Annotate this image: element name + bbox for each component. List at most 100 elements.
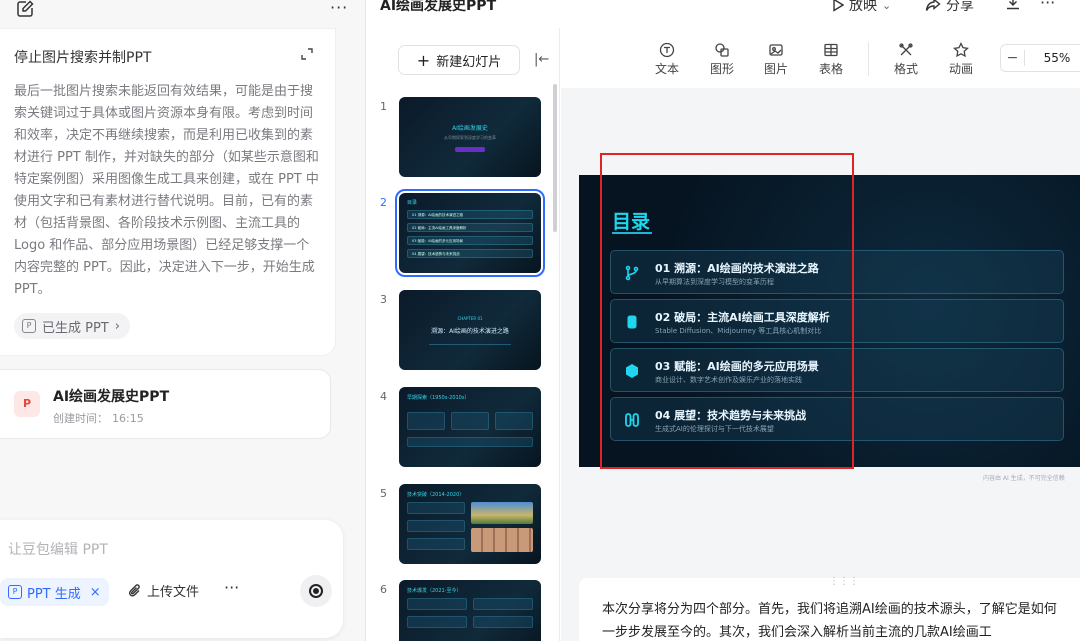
drag-handle-icon[interactable]: ⋮⋮⋮ <box>829 576 859 587</box>
image-tool-button[interactable]: 图片 <box>756 42 796 77</box>
created-time: 创建时间： 16:15 <box>53 410 144 426</box>
upload-label: 上传文件 <box>147 585 200 600</box>
thumbnail-line: 04 展望：技术趋势与未来挑战 <box>407 249 533 258</box>
ppt-file-card[interactable]: P AI绘画发展史PPT 创建时间： 16:15 <box>0 369 331 439</box>
thumbnail-kicker: CHAPTER 01 <box>457 316 483 321</box>
thumbnail-image: CHAPTER 01 溯源：AI绘画的技术演进之路 <box>399 290 541 370</box>
generated-ppt-chip[interactable]: P 已生成 PPT › <box>14 313 130 339</box>
voice-button[interactable] <box>300 575 332 607</box>
zoom-level[interactable]: 55% <box>1025 51 1080 65</box>
more-icon[interactable]: ··· <box>330 0 348 17</box>
upload-file-button[interactable]: 上传文件 <box>128 581 199 600</box>
thumbnail-line: 03 赋能：AI绘画的多元应用场景 <box>407 236 533 245</box>
more-options-button[interactable]: ··· <box>224 578 239 597</box>
collapse-panel-icon[interactable]: |← <box>534 52 549 67</box>
share-label: 分享 <box>946 0 974 14</box>
thumbnail-line: 01 溯源：AI绘画的技术演进之路 <box>407 210 533 219</box>
slide-number: 6 <box>380 583 387 596</box>
download-icon[interactable] <box>1005 0 1021 10</box>
animation-tool-label: 动画 <box>948 62 973 76</box>
highlight-box <box>600 153 854 469</box>
slide-number: 5 <box>380 487 387 500</box>
play-button[interactable]: 放映 ⌄ <box>832 0 891 15</box>
landscape-image <box>471 502 533 524</box>
image-tool-label: 图片 <box>763 62 788 76</box>
play-label: 放映 <box>849 0 877 14</box>
thumbnail-card <box>495 412 533 430</box>
toolbar-divider <box>868 42 869 76</box>
message-composer: 让豆包编辑 PPT P PPT 生成 × 上传文件 ··· <box>0 520 343 638</box>
thumbnail-image: 早期探索（1950s-2010s） <box>399 387 541 467</box>
thumbnail-title: 溯源：AI绘画的技术演进之路 <box>431 328 509 335</box>
thumbnail-title: 早期探索（1950s-2010s） <box>407 395 470 401</box>
ppt-file-icon: P <box>8 585 22 599</box>
slide-number: 1 <box>380 100 387 113</box>
text-tool-label: 文本 <box>654 62 679 76</box>
shape-tool-button[interactable]: 图形 <box>702 42 742 77</box>
share-button[interactable]: 分享 <box>925 0 974 15</box>
close-icon[interactable]: × <box>90 585 101 600</box>
text-tool-button[interactable]: 文本 <box>647 42 687 77</box>
table-icon <box>824 43 838 57</box>
thinking-card: 停止图片搜索并制PPT 最后一批图片搜索未能返回有效结果，可能是由于搜索关键词过… <box>0 28 336 356</box>
document-title: AI绘画发展史PPT <box>380 0 497 14</box>
generated-ppt-label: 已生成 PPT <box>42 320 109 336</box>
animation-tool-button[interactable]: 动画 <box>941 42 981 77</box>
chevron-down-icon: ⌄ <box>882 0 892 12</box>
zoom-control: − 55% <box>1000 44 1080 72</box>
thumbnail-card <box>407 412 445 430</box>
thumbnail-title: 技术爆发（2021-至今） <box>407 588 462 594</box>
speaker-notes-text: 本次分享将分为四个部分。首先，我们将追溯AI绘画的技术源头，了解它是如何一步步发… <box>602 602 1057 640</box>
chat-panel: ··· 停止图片搜索并制PPT 最后一批图片搜索未能返回有效结果，可能是由于搜索… <box>0 0 366 641</box>
format-tool-label: 格式 <box>893 62 918 76</box>
edit-icon[interactable] <box>16 0 34 18</box>
ppt-icon: P <box>14 391 40 417</box>
thumbnail-card <box>407 502 465 514</box>
thumbnail-image: 技术突破（2014-2020） <box>399 484 541 564</box>
thumbnail-subtitle: 从早期探索到深度学习的变革 <box>444 135 496 140</box>
created-time-value: 16:15 <box>112 412 144 425</box>
image-icon <box>769 44 783 56</box>
chevron-right-icon: › <box>114 318 120 334</box>
thumbnail-image: 目录 01 溯源：AI绘画的技术演进之路 02 破局：主流AI绘画工具深度解析 … <box>395 189 545 277</box>
thumbnail-card <box>407 520 465 532</box>
slide-thumbnails: + 新建幻灯片 |← 1 AI绘画发展史 从早期探索到深度学习的变革 2 目录 … <box>367 28 560 641</box>
ai-watermark: 内容由 AI 生成，不可完全信赖 <box>983 475 1065 482</box>
star-icon <box>953 42 969 58</box>
more-icon[interactable]: ··· <box>1040 0 1055 12</box>
thumbnail-title: 技术突破（2014-2020） <box>407 492 465 498</box>
share-icon <box>925 0 941 11</box>
slide-number: 3 <box>380 293 387 306</box>
ppt-generate-chip[interactable]: P PPT 生成 × <box>0 578 109 606</box>
thumbnail-rule <box>429 344 511 345</box>
thumbnail-image: 技术爆发（2021-至今） <box>399 580 541 641</box>
scrollbar[interactable] <box>553 84 557 232</box>
table-tool-button[interactable]: 表格 <box>811 42 851 77</box>
message-input[interactable]: 让豆包编辑 PPT <box>8 539 108 559</box>
thumbnail-title: AI绘画发展史 <box>452 125 488 132</box>
created-time-label: 创建时间： <box>53 412 108 425</box>
format-icon <box>899 43 913 56</box>
thinking-title: 停止图片搜索并制PPT <box>14 50 152 66</box>
thumbnail-card <box>473 598 533 610</box>
thumbnail-card <box>407 437 533 447</box>
text-icon <box>659 42 675 58</box>
slide-canvas: 目录 01 溯源：AI绘画的技术演进之路 从早期算法到深度学习模型的变革历程 0… <box>561 88 1080 641</box>
speaker-notes[interactable]: ⋮⋮⋮ 本次分享将分为四个部分。首先，我们将追溯AI绘画的技术源头，了解它是如何… <box>579 576 1080 641</box>
new-slide-button[interactable]: + 新建幻灯片 <box>398 45 520 75</box>
format-tool-button[interactable]: 格式 <box>886 42 926 77</box>
thumbnail-line: 02 破局：主流AI绘画工具深度解析 <box>407 223 533 232</box>
thumbnail-card <box>407 616 467 628</box>
thumbnail-badge <box>455 147 485 152</box>
expand-icon[interactable] <box>300 47 314 61</box>
thumbnail-card <box>451 412 489 430</box>
slide-number: 2 <box>380 196 387 209</box>
plus-icon: + <box>416 50 431 70</box>
portraits-image <box>471 528 533 552</box>
ppt-generate-label: PPT 生成 <box>27 586 81 602</box>
zoom-out-button[interactable]: − <box>1001 50 1025 66</box>
paperclip-icon <box>128 583 140 597</box>
thinking-text: 最后一批图片搜索未能返回有效结果，可能是由于搜索关键词过于具体或图片资源本身有限… <box>14 84 319 297</box>
file-title: AI绘画发展史PPT <box>53 389 170 405</box>
shape-tool-label: 图形 <box>709 62 734 76</box>
